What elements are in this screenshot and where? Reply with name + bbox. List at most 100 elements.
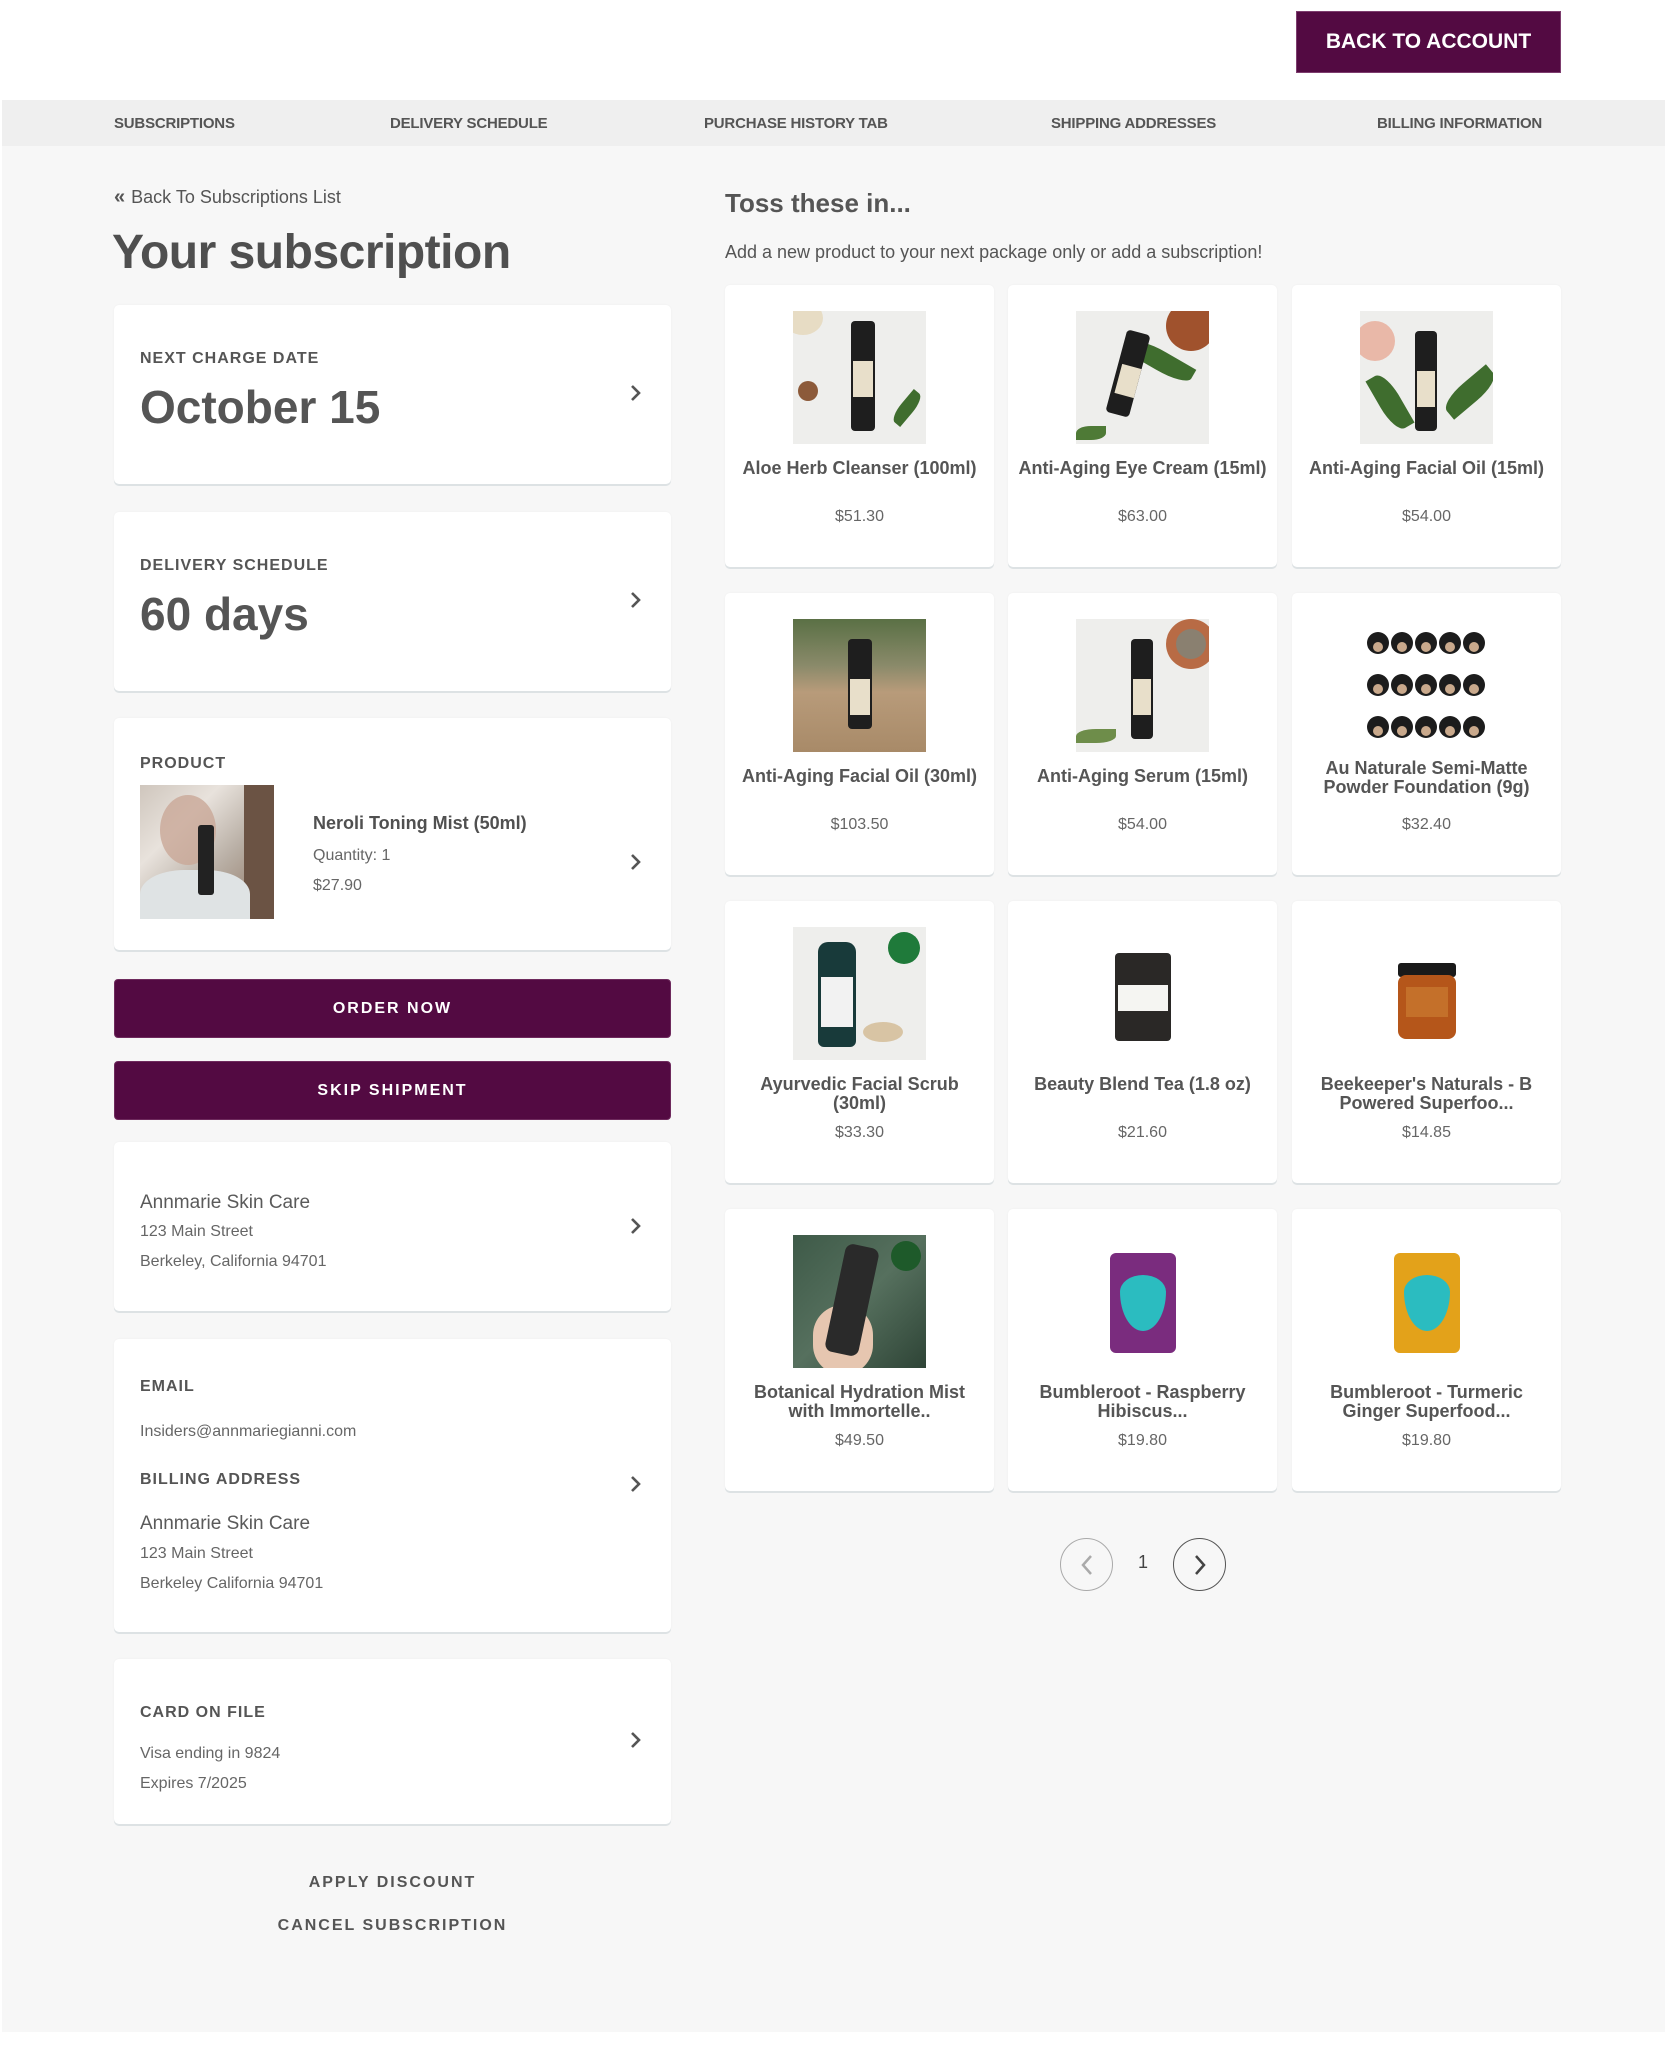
product-tile[interactable]: Anti-Aging Eye Cream (15ml) $63.00 bbox=[1008, 285, 1277, 567]
chevron-right-icon bbox=[625, 1215, 647, 1237]
card-number: Visa ending in 9824 bbox=[140, 1745, 281, 1762]
chevron-right-icon bbox=[625, 1729, 647, 1751]
product-price: $27.90 bbox=[313, 877, 362, 894]
product-tile[interactable]: Beekeeper's Naturals - B Powered Superfo… bbox=[1292, 901, 1561, 1183]
product-tile-name: Anti-Aging Serum (15ml) bbox=[1036, 766, 1248, 786]
product-thumbnail bbox=[1360, 311, 1493, 444]
next-charge-card[interactable]: NEXT CHARGE DATE October 15 bbox=[114, 305, 671, 484]
product-tile-price: $54.00 bbox=[1402, 508, 1451, 525]
product-name: Neroli Toning Mist (50ml) bbox=[313, 813, 527, 833]
product-image bbox=[140, 785, 274, 919]
chevron-right-icon bbox=[625, 851, 647, 873]
back-to-subscriptions-link[interactable]: « Back To Subscriptions List bbox=[114, 186, 341, 209]
chevron-right-icon bbox=[625, 382, 647, 404]
product-tile-price: $49.50 bbox=[835, 1432, 884, 1449]
product-tile[interactable]: Ayurvedic Facial Scrub (30ml) $33.30 bbox=[725, 901, 994, 1183]
billing-city: Berkeley California 94701 bbox=[140, 1575, 324, 1592]
pagination: 1 bbox=[1060, 1538, 1226, 1592]
product-tile-price: $14.85 bbox=[1402, 1124, 1451, 1141]
top-bar: BACK TO ACCOUNT bbox=[0, 0, 1665, 100]
account-nav: SUBSCRIPTIONS DELIVERY SCHEDULE PURCHASE… bbox=[2, 100, 1665, 146]
product-tile-name: Anti-Aging Facial Oil (15ml) bbox=[1308, 458, 1545, 478]
product-tile[interactable]: Anti-Aging Serum (15ml) $54.00 bbox=[1008, 593, 1277, 875]
chevron-right-icon bbox=[1194, 1554, 1206, 1575]
addons-subtitle: Add a new product to your next package o… bbox=[725, 242, 1263, 262]
card-on-file-card[interactable]: CARD ON FILE Visa ending in 9824 Expires… bbox=[114, 1659, 671, 1824]
product-tile-price: $63.00 bbox=[1118, 508, 1167, 525]
product-tile[interactable]: Anti-Aging Facial Oil (15ml) $54.00 bbox=[1292, 285, 1561, 567]
skip-shipment-button[interactable]: SKIP SHIPMENT bbox=[114, 1061, 671, 1120]
nav-billing-information[interactable]: BILLING INFORMATION bbox=[1377, 100, 1542, 146]
product-thumbnail bbox=[1360, 1235, 1493, 1368]
next-charge-value: October 15 bbox=[140, 381, 381, 433]
product-thumbnail bbox=[1076, 927, 1209, 1060]
product-tile-price: $19.80 bbox=[1118, 1432, 1167, 1449]
product-tile-name: Beekeeper's Naturals - B Powered Superfo… bbox=[1320, 1074, 1533, 1113]
shipping-name: Annmarie Skin Care bbox=[140, 1192, 311, 1213]
billing-address-label: BILLING ADDRESS bbox=[140, 1471, 302, 1488]
product-thumbnail bbox=[793, 1235, 926, 1368]
shipping-address-card[interactable]: Annmarie Skin Care 123 Main Street Berke… bbox=[114, 1142, 671, 1311]
product-tile[interactable]: Botanical Hydration Mist with Immortelle… bbox=[725, 1209, 994, 1491]
product-tile[interactable]: Au Naturale Semi-Matte Powder Foundation… bbox=[1292, 593, 1561, 875]
product-thumbnail bbox=[793, 927, 926, 1060]
billing-name: Annmarie Skin Care bbox=[140, 1513, 311, 1534]
email-label: EMAIL bbox=[140, 1378, 195, 1395]
product-tile-name: Aloe Herb Cleanser (100ml) bbox=[742, 458, 977, 478]
card-expiry: Expires 7/2025 bbox=[140, 1775, 247, 1792]
product-tile[interactable]: Bumbleroot - Turmeric Ginger Superfood..… bbox=[1292, 1209, 1561, 1491]
delivery-schedule-label: DELIVERY SCHEDULE bbox=[140, 557, 329, 574]
nav-purchase-history[interactable]: PURCHASE HISTORY TAB bbox=[704, 100, 888, 146]
product-tile[interactable]: Bumbleroot - Raspberry Hibiscus... $19.8… bbox=[1008, 1209, 1277, 1491]
product-tile-price: $51.30 bbox=[835, 508, 884, 525]
cancel-subscription-link[interactable]: CANCEL SUBSCRIPTION bbox=[114, 1917, 671, 1935]
product-tile-name: Anti-Aging Eye Cream (15ml) bbox=[1018, 458, 1267, 478]
product-thumbnail bbox=[1076, 619, 1209, 752]
product-tile-name: Beauty Blend Tea (1.8 oz) bbox=[1034, 1074, 1251, 1094]
product-thumbnail bbox=[1076, 311, 1209, 444]
product-tile[interactable]: Anti-Aging Facial Oil (30ml) $103.50 bbox=[725, 593, 994, 875]
delivery-schedule-value: 60 days bbox=[140, 588, 309, 640]
product-tile-price: $19.80 bbox=[1402, 1432, 1451, 1449]
nav-subscriptions[interactable]: SUBSCRIPTIONS bbox=[114, 100, 235, 146]
apply-discount-link[interactable]: APPLY DISCOUNT bbox=[114, 1874, 671, 1892]
product-thumbnail bbox=[793, 619, 926, 752]
product-label: PRODUCT bbox=[140, 755, 227, 772]
nav-shipping-addresses[interactable]: SHIPPING ADDRESSES bbox=[1051, 100, 1216, 146]
product-tile-name: Botanical Hydration Mist with Immortelle… bbox=[753, 1382, 966, 1421]
product-tile-name: Ayurvedic Facial Scrub (30ml) bbox=[760, 1074, 959, 1113]
product-thumbnail bbox=[793, 311, 926, 444]
chevron-right-icon bbox=[625, 589, 647, 611]
order-now-button[interactable]: ORDER NOW bbox=[114, 979, 671, 1038]
product-tile-name: Bumbleroot - Raspberry Hibiscus... bbox=[1039, 1382, 1246, 1421]
product-tile[interactable]: Aloe Herb Cleanser (100ml) $51.30 bbox=[725, 285, 994, 567]
product-thumbnail bbox=[1360, 619, 1493, 752]
product-tile-price: $32.40 bbox=[1402, 816, 1451, 833]
product-thumbnail bbox=[1360, 927, 1493, 1060]
back-link-label: Back To Subscriptions List bbox=[131, 187, 341, 207]
card-on-file-label: CARD ON FILE bbox=[140, 1704, 266, 1721]
billing-card[interactable]: EMAIL Insiders@annmariegianni.com BILLIN… bbox=[114, 1339, 671, 1632]
product-tile-name: Bumbleroot - Turmeric Ginger Superfood..… bbox=[1330, 1382, 1523, 1421]
product-tile-price: $21.60 bbox=[1118, 1124, 1167, 1141]
product-tile[interactable]: Beauty Blend Tea (1.8 oz) $21.60 bbox=[1008, 901, 1277, 1183]
product-thumbnail bbox=[1076, 1235, 1209, 1368]
email-value: Insiders@annmariegianni.com bbox=[140, 1423, 357, 1440]
addons-title: Toss these in... bbox=[725, 188, 911, 218]
delivery-schedule-card[interactable]: DELIVERY SCHEDULE 60 days bbox=[114, 512, 671, 691]
product-tile-price: $54.00 bbox=[1118, 816, 1167, 833]
product-card[interactable]: PRODUCT Neroli Toning Mist (50ml) Quanti… bbox=[114, 718, 671, 950]
product-quantity: Quantity: 1 bbox=[313, 847, 391, 864]
next-charge-label: NEXT CHARGE DATE bbox=[140, 350, 320, 367]
next-page-button[interactable] bbox=[1173, 1538, 1226, 1591]
back-to-account-button[interactable]: BACK TO ACCOUNT bbox=[1296, 11, 1561, 73]
shipping-city: Berkeley, California 94701 bbox=[140, 1253, 327, 1270]
product-tile-name: Au Naturale Semi-Matte Powder Foundation… bbox=[1323, 758, 1530, 797]
product-tile-name: Anti-Aging Facial Oil (30ml) bbox=[741, 766, 978, 786]
product-tile-price: $103.50 bbox=[830, 816, 889, 833]
chevron-right-icon bbox=[625, 1473, 647, 1495]
nav-delivery-schedule[interactable]: DELIVERY SCHEDULE bbox=[390, 100, 548, 146]
page-title: Your subscription bbox=[112, 226, 511, 279]
billing-street: 123 Main Street bbox=[140, 1545, 253, 1562]
shipping-street: 123 Main Street bbox=[140, 1223, 253, 1240]
